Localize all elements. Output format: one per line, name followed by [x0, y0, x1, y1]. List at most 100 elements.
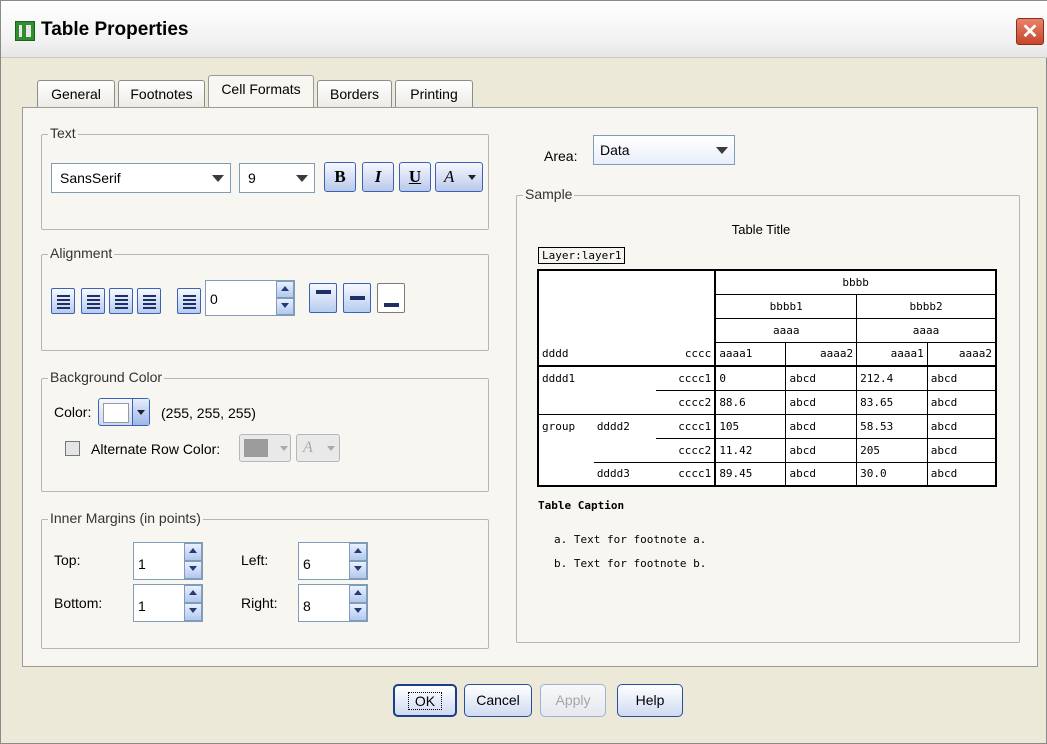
text-color-button[interactable]: A [435, 162, 483, 192]
align-center-icon [115, 295, 128, 309]
underline-button[interactable]: U [399, 162, 431, 192]
align-right-button[interactable] [137, 288, 161, 314]
area-label: Area: [544, 148, 578, 164]
margin-left-value: 6 [303, 556, 311, 572]
text-color-icon: A [444, 167, 455, 186]
sample-cell: abcd [926, 365, 997, 391]
sample-header-sub: bbbb1 [714, 293, 858, 319]
align-decimal-button[interactable] [177, 288, 201, 314]
chevron-down-icon [468, 175, 476, 180]
sample-cell: 83.65 [856, 389, 928, 415]
inner-margins-group: Inner Margins (in points) [41, 510, 489, 649]
align-right-icon [143, 295, 156, 309]
tab-printing[interactable]: Printing [395, 80, 473, 107]
chevron-down-icon [716, 147, 728, 154]
table-row: dddd3 cccc1 89.45 abcd 30.0 abcd [538, 461, 997, 487]
margin-right-label: Right: [241, 595, 278, 611]
spin-down-icon[interactable] [184, 561, 202, 579]
alternate-row-color-label: Alternate Row Color: [91, 441, 221, 457]
margin-left-spinner[interactable]: 6 [298, 542, 368, 580]
alternate-row-color-checkbox[interactable] [65, 441, 80, 456]
font-family-select[interactable]: SansSerif [51, 163, 231, 193]
spin-down-icon[interactable] [349, 603, 367, 621]
margin-top-spinner[interactable]: 1 [133, 542, 203, 580]
valign-top-button[interactable] [309, 283, 337, 313]
sample-group-label: Sample [523, 186, 575, 202]
sample-caption: Table Caption [538, 499, 625, 512]
spin-up-icon[interactable] [184, 585, 202, 603]
sample-layer-label: Layer:layer1 [538, 247, 626, 264]
cancel-button[interactable]: Cancel [464, 684, 532, 717]
spin-down-icon[interactable] [349, 561, 367, 579]
valign-bottom-button[interactable] [377, 283, 405, 313]
table-row: cccc2 88.6 abcd 83.65 abcd [538, 389, 997, 415]
spin-up-icon[interactable] [349, 543, 367, 561]
sample-row-cat: cccc2 [655, 438, 716, 463]
sample-header-aaaa: aaaa [856, 317, 997, 343]
table-properties-dialog: Table Properties ✕ General Footnotes Cel… [0, 0, 1047, 744]
table-row: dddd1 cccc1 0 abcd 212.4 abcd [538, 365, 997, 391]
sample-row-group: dddd1 [542, 372, 576, 385]
spin-down-icon[interactable] [184, 603, 202, 621]
sample-col-header: aaaa2 [926, 341, 997, 367]
sample-table: bbbb bbbb1 bbbb2 aaaa aaaa dddd cccc aaa… [537, 269, 997, 487]
font-size-select[interactable]: 9 [239, 163, 315, 193]
sample-col-header: aaaa2 [785, 341, 858, 367]
align-center-button[interactable] [109, 288, 133, 314]
align-left-button[interactable] [81, 288, 105, 314]
sample-row-dim-cell [594, 366, 656, 390]
spin-up-icon[interactable] [184, 543, 202, 561]
sample-cell: 11.42 [714, 437, 787, 463]
tab-borders[interactable]: Borders [317, 80, 392, 107]
align-left-icon [87, 295, 100, 309]
sample-row-group [538, 390, 594, 415]
valign-middle-button[interactable] [343, 283, 371, 313]
margin-right-value: 8 [303, 598, 311, 614]
sample-cell: 30.0 [856, 461, 928, 487]
italic-button[interactable]: I [362, 162, 394, 192]
sample-col-header: aaaa1 [856, 341, 928, 367]
sample-cell: 205 [856, 437, 928, 463]
chevron-down-icon [327, 446, 335, 451]
decimal-offset-spinner[interactable]: 0 [205, 280, 295, 316]
ok-label: OK [407, 692, 443, 710]
sample-cell: abcd [785, 413, 858, 439]
font-family-value: SansSerif [60, 170, 121, 186]
sample-row-dim-cell [593, 390, 656, 415]
align-mixed-button[interactable] [51, 288, 75, 314]
apply-button[interactable]: Apply [540, 684, 606, 717]
sample-cell: abcd [785, 461, 858, 487]
sample-row-cat: cccc1 [655, 414, 716, 439]
alternate-row-color-picker[interactable] [239, 434, 291, 462]
color-value: (255, 255, 255) [161, 405, 256, 421]
sample-row-dim: dddd [538, 342, 656, 367]
alignment-group-label: Alignment [48, 245, 115, 261]
sample-cell: 89.45 [714, 461, 787, 487]
color-label: Color: [54, 404, 92, 420]
spin-up-icon[interactable] [276, 281, 294, 298]
spin-down-icon[interactable] [276, 298, 294, 315]
area-select[interactable]: Data [593, 135, 735, 165]
sample-row-cat: cccc2 [655, 390, 716, 415]
tab-cell-formats[interactable]: Cell Formats [208, 75, 314, 107]
alternate-text-color-button[interactable]: A [296, 434, 340, 462]
sample-header-sub: bbbb2 [856, 293, 997, 319]
align-decimal-icon [183, 295, 196, 309]
tab-footnotes[interactable]: Footnotes [118, 80, 205, 107]
margin-bottom-value: 1 [138, 598, 146, 614]
sample-cell: abcd [785, 389, 858, 415]
help-button[interactable]: Help [617, 684, 683, 717]
margin-right-spinner[interactable]: 8 [298, 584, 368, 622]
bold-button[interactable]: B [324, 162, 356, 192]
margin-bottom-spinner[interactable]: 1 [133, 584, 203, 622]
tab-general[interactable]: General [37, 80, 115, 107]
sample-col-dim: cccc [655, 342, 716, 367]
sample-cell: 88.6 [714, 389, 787, 415]
sample-cell: abcd [926, 461, 997, 487]
background-color-picker[interactable] [98, 398, 150, 426]
ok-button[interactable]: OK [393, 684, 457, 717]
sample-cell: abcd [785, 437, 858, 463]
spin-up-icon[interactable] [349, 585, 367, 603]
close-button[interactable]: ✕ [1016, 18, 1044, 45]
alternate-color-swatch [244, 439, 268, 457]
